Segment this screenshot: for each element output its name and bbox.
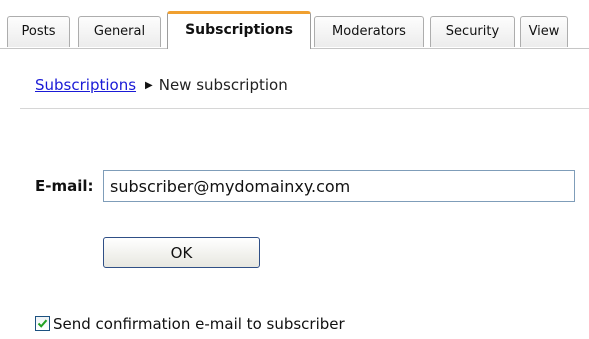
breadcrumb-current: New subscription	[158, 76, 288, 94]
triangle-right-icon: ▶	[145, 80, 153, 91]
tab-security[interactable]: Security	[430, 16, 515, 47]
email-label: E-mail:	[35, 177, 94, 195]
tab-subscriptions[interactable]: Subscriptions	[167, 11, 311, 49]
tab-posts[interactable]: Posts	[7, 16, 70, 47]
send-confirmation-option[interactable]: Send confirmation e-mail to subscriber	[35, 314, 345, 334]
tab-strip: Posts General Subscriptions Moderators S…	[0, 0, 589, 49]
tab-moderators[interactable]: Moderators	[314, 16, 424, 47]
send-confirmation-label: Send confirmation e-mail to subscriber	[53, 315, 345, 333]
tab-view[interactable]: View	[520, 16, 568, 47]
email-field[interactable]	[103, 170, 575, 202]
send-confirmation-checkbox[interactable]	[35, 316, 50, 331]
tab-general[interactable]: General	[78, 16, 161, 47]
ok-button[interactable]: OK	[103, 237, 260, 268]
checkmark-icon	[37, 319, 48, 328]
breadcrumb: Subscriptions ▶ New subscription	[35, 76, 288, 94]
breadcrumb-link-subscriptions[interactable]: Subscriptions	[35, 76, 136, 94]
divider	[20, 108, 589, 109]
